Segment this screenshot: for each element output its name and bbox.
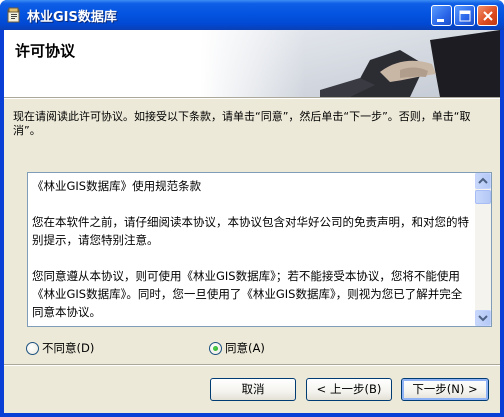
header-divider-highlight bbox=[4, 98, 500, 99]
disagree-radio[interactable] bbox=[26, 341, 39, 355]
minimize-icon bbox=[437, 19, 444, 22]
agree-option[interactable]: 同意(A) bbox=[209, 340, 265, 356]
wizard-header: 许可协议 bbox=[4, 30, 500, 97]
instruction-text: 现在请阅读此许可协议。如接受以下条款，请单击“同意”，然后单击“下一步”。否则，… bbox=[13, 110, 471, 137]
close-icon bbox=[483, 11, 493, 21]
footer-divider-highlight bbox=[4, 365, 500, 366]
license-paragraph: 《林业GIS数据库》使用规范条款 bbox=[32, 179, 202, 193]
maximize-icon bbox=[459, 10, 471, 22]
next-button[interactable]: 下一步(N) > bbox=[401, 378, 489, 401]
installer-window: 林业GIS数据库 许可协议 现在请阅读此许可协议。如接受以下条款，请单击“同意”… bbox=[0, 0, 504, 417]
window-title: 林业GIS数据库 bbox=[27, 10, 117, 25]
agree-radio[interactable] bbox=[209, 341, 222, 355]
window-frame-bottom bbox=[0, 413, 504, 417]
license-text: 《林业GIS数据库》使用规范条款 您在本软件之前，请仔细阅读本协议，本协议包含对… bbox=[32, 177, 472, 326]
agree-label: 同意(A) bbox=[225, 341, 265, 355]
license-paragraph: 您同意遵从本协议，则可使用《林业GIS数据库》；若不能接受本协议，您将不能使用《… bbox=[32, 269, 463, 319]
page-title: 许可协议 bbox=[15, 42, 76, 60]
vertical-scrollbar[interactable] bbox=[475, 173, 491, 326]
scroll-thumb[interactable] bbox=[475, 190, 491, 204]
scroll-up-button[interactable] bbox=[475, 173, 491, 189]
scroll-down-button[interactable] bbox=[475, 310, 491, 326]
minimize-button[interactable] bbox=[431, 5, 452, 26]
disagree-option[interactable]: 不同意(D) bbox=[26, 340, 94, 356]
license-paragraph: 您在本软件之前，请仔细阅读本协议，本协议包含对华好公司的免责声明，和对您的特别提… bbox=[32, 215, 469, 247]
arrow-down-icon bbox=[478, 315, 488, 322]
radio-selected-dot bbox=[213, 345, 218, 351]
installer-icon bbox=[7, 7, 20, 23]
back-button[interactable]: < 上一步(B) bbox=[306, 378, 392, 401]
disagree-label: 不同意(D) bbox=[42, 341, 95, 355]
title-bar[interactable]: 林业GIS数据库 bbox=[0, 0, 504, 30]
arrow-up-icon bbox=[478, 177, 488, 184]
close-button[interactable] bbox=[477, 5, 498, 26]
cancel-button[interactable]: 取消 bbox=[210, 378, 296, 401]
license-textbox[interactable]: 《林业GIS数据库》使用规范条款 您在本软件之前，请仔细阅读本协议，本协议包含对… bbox=[27, 172, 492, 327]
dialog-body: 许可协议 现在请阅读此许可协议。如接受以下条款，请单击“同意”，然后单击“下一步… bbox=[4, 30, 500, 413]
maximize-button[interactable] bbox=[454, 5, 475, 26]
handshake-banner-image bbox=[200, 30, 500, 97]
